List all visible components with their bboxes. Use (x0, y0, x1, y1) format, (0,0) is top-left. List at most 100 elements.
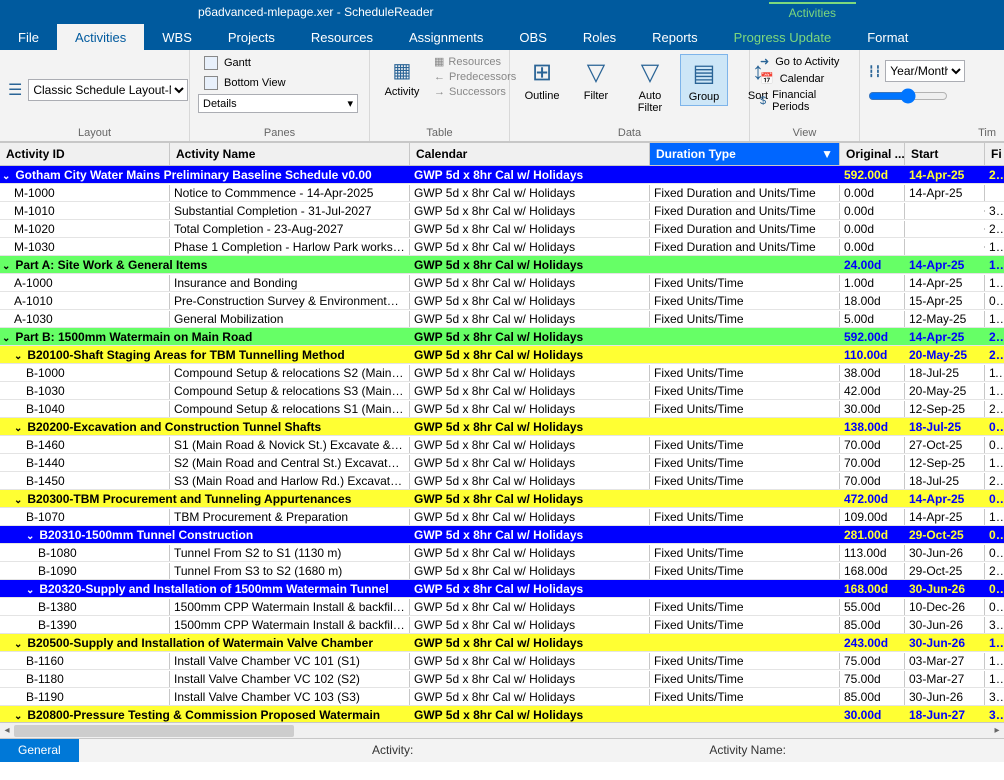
table-row[interactable]: B-1190Install Valve Chamber VC 103 (S3)G… (0, 688, 1004, 706)
table-row[interactable]: ⌄ B20300-TBM Procurement and Tunneling A… (0, 490, 1004, 508)
autofilter-button[interactable]: ▽Auto Filter (626, 54, 674, 116)
table-row[interactable]: ⌄ Part B: 1500mm Watermain on Main RoadG… (0, 328, 1004, 346)
grid-header: Activity ID Activity Name Calendar Durat… (0, 142, 1004, 166)
financial-periods-button[interactable]: $Financial Periods (758, 88, 851, 114)
col-duration-type[interactable]: Duration Type▼ (650, 143, 840, 165)
table-row[interactable]: B-13801500mm CPP Watermain Install & bac… (0, 598, 1004, 616)
resources-button: ▦Resources (432, 54, 518, 69)
funnel-icon: ▽ (587, 56, 605, 88)
table-row[interactable]: M-1010Substantial Completion - 31-Jul-20… (0, 202, 1004, 220)
menu-resources[interactable]: Resources (293, 24, 391, 50)
table-row[interactable]: ⌄ Part A: Site Work & General ItemsGWP 5… (0, 256, 1004, 274)
col-activity-name[interactable]: Activity Name (170, 143, 410, 165)
table-row[interactable]: ⌄ B20800-Pressure Testing & Commission P… (0, 706, 1004, 722)
expander-icon[interactable]: ⌄ (14, 495, 24, 506)
calendar-button[interactable]: 📅Calendar (758, 71, 851, 86)
col-original-duration[interactable]: Original ... (840, 143, 905, 165)
table-row[interactable]: M-1020Total Completion - 23-Aug-2027GWP … (0, 220, 1004, 238)
timescale-icon: ┇┇ (868, 65, 881, 78)
menu-assignments[interactable]: Assignments (391, 24, 501, 50)
details-activity-label: Activity: (354, 739, 431, 762)
table-row[interactable]: B-1030Compound Setup & relocations S3 (M… (0, 382, 1004, 400)
col-activity-id[interactable]: Activity ID (0, 143, 170, 165)
ribbon: ☰ Classic Schedule Layout-ML2 Layout Gan… (0, 50, 1004, 142)
scroll-right-arrow[interactable]: ▸ (990, 723, 1004, 739)
group-button[interactable]: ▤Group (680, 54, 728, 106)
context-tab-activities[interactable]: Activities (769, 2, 856, 22)
gantt-button[interactable]: Gantt (198, 54, 358, 72)
table-row[interactable]: B-1450S3 (Main Road and Harlow Rd.) Exca… (0, 472, 1004, 490)
expander-icon[interactable]: ⌄ (14, 711, 24, 722)
group-label-view: View (758, 125, 851, 139)
outline-button[interactable]: ⊞Outline (518, 54, 566, 104)
successors-button: →Successors (432, 85, 518, 99)
menu-wbs[interactable]: WBS (144, 24, 210, 50)
group-label-panes: Panes (198, 125, 361, 139)
table-row[interactable]: A-1000Insurance and BondingGWP 5d x 8hr … (0, 274, 1004, 292)
details-bar: General Activity: Activity Name: (0, 738, 1004, 762)
expander-icon[interactable]: ⌄ (2, 171, 12, 182)
arrow-icon: ➜ (760, 55, 769, 68)
table-row[interactable]: ⌄ B20100-Shaft Staging Areas for TBM Tun… (0, 346, 1004, 364)
expander-icon[interactable]: ⌄ (14, 639, 24, 650)
details-combo[interactable]: Details▾ (198, 94, 358, 113)
layout-combo[interactable]: Classic Schedule Layout-ML2 (28, 79, 188, 101)
table-row[interactable]: ⌄ B20320-Supply and Installation of 1500… (0, 580, 1004, 598)
scroll-thumb[interactable] (14, 725, 294, 737)
menu-roles[interactable]: Roles (565, 24, 634, 50)
table-row[interactable]: ⌄ B20310-1500mm Tunnel ConstructionGWP 5… (0, 526, 1004, 544)
scroll-left-arrow[interactable]: ◂ (0, 723, 14, 739)
table-row[interactable]: B-1040Compound Setup & relocations S1 (M… (0, 400, 1004, 418)
menu-reports[interactable]: Reports (634, 24, 716, 50)
expander-icon[interactable]: ⌄ (14, 423, 24, 434)
activity-table-button[interactable]: ▦ Activity (378, 54, 426, 100)
table-row[interactable]: B-13901500mm CPP Watermain Install & bac… (0, 616, 1004, 634)
table-row[interactable]: B-1070TBM Procurement & PreparationGWP 5… (0, 508, 1004, 526)
table-row[interactable]: M-1000Notice to Commmence - 14-Apr-2025G… (0, 184, 1004, 202)
expander-icon[interactable]: ⌄ (2, 261, 12, 272)
group-label-table: Table (378, 125, 501, 139)
table-icon: ▦ (388, 56, 416, 84)
table-row[interactable]: ⌄ B20500-Supply and Installation of Wate… (0, 634, 1004, 652)
menu-bar: FileActivitiesWBSProjectsResourcesAssign… (0, 24, 1004, 50)
menu-activities[interactable]: Activities (57, 24, 144, 50)
table-row[interactable]: B-1180Install Valve Chamber VC 102 (S2)G… (0, 670, 1004, 688)
menu-projects[interactable]: Projects (210, 24, 293, 50)
outline-icon: ⊞ (532, 56, 552, 88)
group-label-data: Data (518, 125, 741, 139)
table-row[interactable]: B-1080Tunnel From S2 to S1 (1130 m)GWP 5… (0, 544, 1004, 562)
table-row[interactable]: B-1090Tunnel From S3 to S2 (1680 m)GWP 5… (0, 562, 1004, 580)
timescale-combo[interactable]: Year/Month (885, 60, 965, 82)
table-row[interactable]: M-1030Phase 1 Completion - Harlow Park w… (0, 238, 1004, 256)
details-tab-general[interactable]: General (0, 739, 79, 762)
filter-indicator-icon[interactable]: ▼ (819, 147, 833, 161)
table-row[interactable]: B-1000Compound Setup & relocations S2 (M… (0, 364, 1004, 382)
table-row[interactable]: B-1440S2 (Main Road and Central St.) Exc… (0, 454, 1004, 472)
menu-progress-update[interactable]: Progress Update (716, 24, 850, 50)
menu-obs[interactable]: OBS (501, 24, 564, 50)
horizontal-scrollbar[interactable]: ◂ ▸ (0, 722, 1004, 738)
expander-icon[interactable]: ⌄ (14, 351, 24, 362)
table-row[interactable]: B-1460S1 (Main Road & Novick St.) Excava… (0, 436, 1004, 454)
expander-icon[interactable]: ⌄ (26, 585, 36, 596)
table-row[interactable]: ⌄ B20200-Excavation and Construction Tun… (0, 418, 1004, 436)
chevron-down-icon: ▾ (347, 97, 353, 110)
table-row[interactable]: A-1030General MobilizationGWP 5d x 8hr C… (0, 310, 1004, 328)
filter-button[interactable]: ▽Filter (572, 54, 620, 104)
table-row[interactable]: B-1160Install Valve Chamber VC 101 (S1)G… (0, 652, 1004, 670)
goto-activity-button[interactable]: ➜Go to Activity (758, 54, 851, 69)
col-calendar[interactable]: Calendar (410, 143, 650, 165)
menu-format[interactable]: Format (849, 24, 926, 50)
col-finish[interactable]: Fi (985, 143, 1004, 165)
table-row[interactable]: A-1010Pre-Construction Survey & Environm… (0, 292, 1004, 310)
menu-file[interactable]: File (0, 24, 57, 50)
grid-body[interactable]: ⌄ Gotham City Water Mains Preliminary Ba… (0, 166, 1004, 722)
funnel-auto-icon: ▽ (641, 56, 659, 88)
layouts-icon: ☰ (8, 80, 22, 100)
timescale-slider[interactable] (868, 88, 948, 104)
table-row[interactable]: ⌄ Gotham City Water Mains Preliminary Ba… (0, 166, 1004, 184)
bottom-view-button[interactable]: Bottom View (198, 74, 358, 92)
expander-icon[interactable]: ⌄ (26, 531, 36, 542)
col-start[interactable]: Start (905, 143, 985, 165)
expander-icon[interactable]: ⌄ (2, 333, 12, 344)
